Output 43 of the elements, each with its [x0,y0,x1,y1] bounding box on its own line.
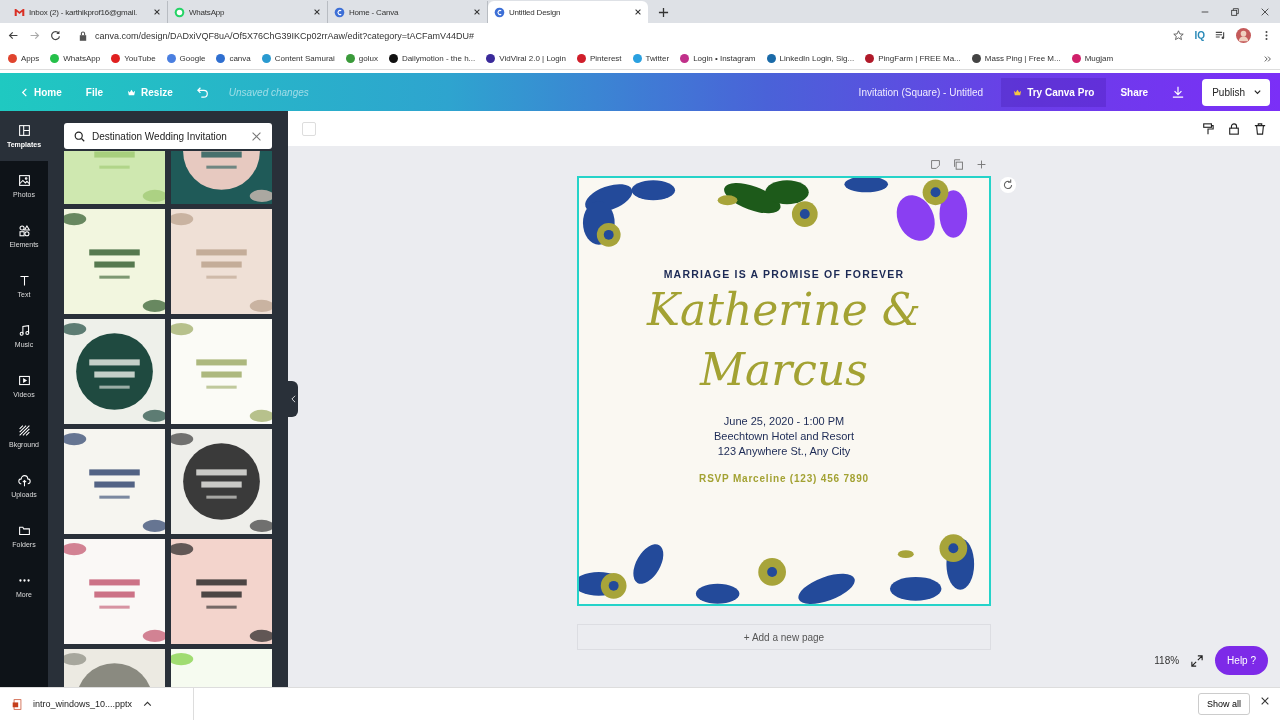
browser-tab[interactable]: WhatsApp [168,1,328,23]
event-detail: 123 Anywhere St., Any City [717,444,851,459]
invitation-card[interactable]: MARRIAGE IS A PROMISE OF FOREVER Katherine & Marcus June 25, 2020 - 1:00 PM Beechtown Hotel and Resort 123 Anywhere St., Any City RSVP Marceline (123) 456 7890 [577,176,991,606]
bookmark[interactable]: Pinterest [577,54,622,63]
couple-name: Katherine & [647,283,921,337]
bookmark[interactable]: Mugjam [1071,54,1114,63]
bookmark[interactable]: YouTube [111,54,156,63]
browser-tab[interactable]: Inbox (2) - karthikprof16@gmail. [8,1,168,23]
tab-title: WhatsApp [189,7,226,17]
save-status: Unsaved changes [228,86,309,98]
try-pro-button[interactable]: Try Canva Pro [1001,77,1107,107]
bookmark[interactable]: golux [345,54,378,63]
show-all-button[interactable]: Show all [1197,693,1250,715]
bookmark[interactable]: VidViral 2.0 | Login [486,54,566,63]
help-button[interactable]: Help ? [1215,646,1268,675]
publish-button[interactable]: Publish [1202,78,1270,106]
browser-tab[interactable]: Untitled Design [488,1,648,23]
tab-title: Home - Canva [349,7,400,17]
bookmark[interactable]: PingFarm | FREE Ma... [865,54,961,63]
bookmark[interactable]: Content Samurai [261,54,335,63]
bookmark[interactable]: canva [216,54,251,63]
bookmark[interactable]: Mass Ping | Free M... [971,54,1061,63]
search-field[interactable]: Destination Wedding Invitation [64,123,272,149]
extension-button[interactable]: IQ [1194,30,1205,41]
bookmark[interactable]: Apps [8,54,40,63]
bookmark[interactable]: Dailymotion - the h... [388,54,476,63]
bookmark[interactable]: Google [166,54,206,63]
tagline: MARRIAGE IS A PROMISE OF FOREVER [663,268,905,280]
add-page-button[interactable]: + Add a new page [577,624,991,650]
share-button[interactable]: Share [1110,80,1159,104]
bookmark[interactable]: Login • Instagram [680,54,756,63]
bookmark[interactable]: LinkedIn Login, Sig... [766,54,855,63]
download-item[interactable]: intro_windows_10....pptx [12,688,195,720]
tab-title: Inbox (2) - karthikprof16@gmail. [29,7,138,17]
rsvp-line: RSVP Marceline (123) 456 7890 [699,473,869,484]
event-detail: June 25, 2020 - 1:00 PM [723,414,845,429]
bookmark[interactable]: Twitter [632,54,670,63]
zoom-level[interactable]: 118% [1154,655,1180,666]
event-detail: Beechtown Hotel and Resort [714,429,854,444]
bookmark[interactable]: WhatsApp [50,54,101,63]
couple-name: Marcus [700,343,868,397]
design-title[interactable]: Invitation (Square) - Untitled [858,86,984,98]
tab-title: Untitled Design [509,7,562,17]
